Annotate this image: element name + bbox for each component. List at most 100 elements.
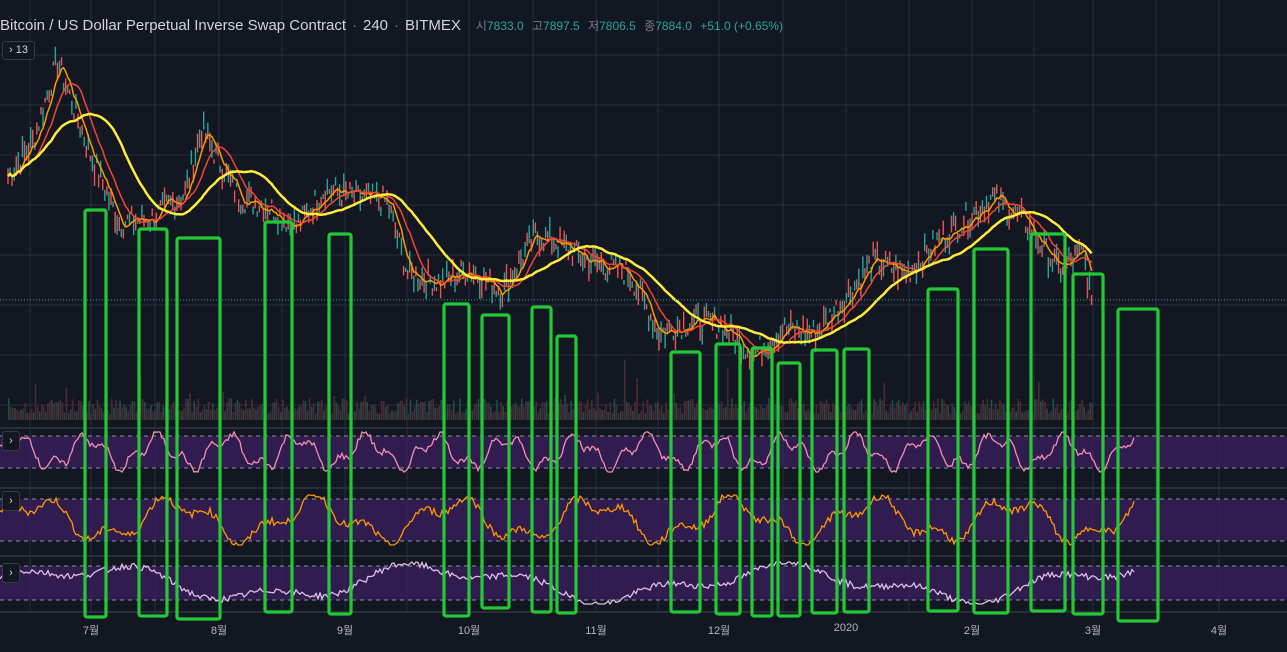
volume-bar bbox=[702, 408, 704, 420]
volume-bar bbox=[708, 407, 710, 420]
x-tick-label: 12월 bbox=[707, 625, 731, 637]
volume-bar bbox=[80, 401, 82, 420]
volume-bar bbox=[883, 383, 886, 420]
volume-bar bbox=[127, 411, 130, 420]
chevron-right-icon: › bbox=[9, 44, 13, 56]
volume-bar bbox=[463, 412, 465, 420]
volume-bar bbox=[129, 405, 132, 420]
volume-bar bbox=[605, 404, 607, 420]
volume-bar bbox=[939, 412, 941, 420]
pane-3-toggle-button[interactable]: › bbox=[2, 563, 20, 583]
volume-bar bbox=[1017, 398, 1019, 420]
volume-bar bbox=[475, 402, 478, 420]
pane-1-toggle-button[interactable]: › bbox=[2, 431, 20, 451]
volume-bar bbox=[178, 409, 181, 420]
volume-bar bbox=[788, 398, 791, 420]
volume-bar bbox=[566, 403, 568, 420]
volume-bar bbox=[1027, 410, 1030, 420]
volume-bar bbox=[628, 402, 630, 420]
volume-bar bbox=[514, 402, 517, 420]
volume-bar bbox=[543, 402, 546, 420]
volume-bar bbox=[665, 402, 667, 420]
volume-bar bbox=[271, 402, 274, 420]
volume-bar bbox=[335, 402, 338, 420]
volume-bar bbox=[595, 410, 597, 420]
volume-bar bbox=[487, 402, 490, 420]
volume-bar bbox=[32, 412, 35, 420]
volume-bar bbox=[1075, 411, 1077, 420]
volume-bar bbox=[273, 402, 276, 420]
volume-bar bbox=[650, 406, 653, 420]
volume-bar bbox=[848, 403, 851, 420]
volume-bar bbox=[794, 400, 797, 420]
volume-bar bbox=[733, 407, 735, 420]
volume-bar bbox=[452, 400, 455, 420]
volume-bar bbox=[187, 399, 189, 420]
volume-bar bbox=[242, 410, 245, 420]
volume-bar bbox=[640, 411, 643, 420]
volume-bar bbox=[967, 401, 970, 420]
volume-bar bbox=[1056, 404, 1059, 420]
volume-bar bbox=[525, 401, 527, 420]
volume-bar bbox=[547, 413, 550, 420]
volume-bar bbox=[345, 400, 348, 420]
volume-bar bbox=[823, 403, 826, 420]
volume-bar bbox=[211, 403, 214, 420]
volume-bar bbox=[601, 410, 603, 420]
volume-bar bbox=[1011, 408, 1013, 420]
volume-bar bbox=[951, 403, 954, 420]
volume-bar bbox=[634, 401, 636, 420]
x-tick-label: 9월 bbox=[336, 625, 354, 637]
volume-bar bbox=[1013, 407, 1015, 420]
volume-bar bbox=[687, 400, 690, 420]
volume-bar bbox=[121, 407, 123, 420]
volume-bar bbox=[185, 398, 187, 420]
symbol-title[interactable]: Bitcoin / US Dollar Perpetual Inverse Sw… bbox=[0, 17, 346, 34]
volume-bar bbox=[681, 413, 684, 420]
volume-bar bbox=[135, 412, 138, 420]
legend-toggle-button[interactable]: › 13 bbox=[2, 41, 35, 60]
volume-bar bbox=[432, 399, 434, 420]
volume-bar bbox=[1000, 402, 1003, 420]
volume-bar bbox=[465, 408, 467, 420]
pane-2-toggle-button[interactable]: › bbox=[2, 491, 20, 511]
volume-bar bbox=[1023, 411, 1026, 420]
volume-bar bbox=[582, 411, 585, 420]
volume-bar bbox=[745, 411, 748, 420]
volume-bar bbox=[599, 408, 601, 420]
volume-bar bbox=[422, 402, 424, 420]
volume-bar bbox=[1083, 406, 1085, 420]
volume-bar bbox=[18, 411, 20, 420]
volume-bar bbox=[712, 408, 715, 420]
volume-bar bbox=[459, 398, 461, 420]
volume-bar bbox=[679, 406, 682, 420]
volume-bar bbox=[941, 398, 943, 420]
volume-bar bbox=[603, 409, 605, 420]
volume-bar bbox=[119, 400, 121, 420]
interval-label[interactable]: 240 bbox=[363, 17, 388, 34]
volume-bar bbox=[100, 408, 103, 420]
volume-bar bbox=[780, 405, 783, 420]
volume-bar bbox=[815, 404, 818, 420]
volume-bar bbox=[675, 402, 678, 420]
volume-bar bbox=[829, 412, 832, 420]
volume-bar bbox=[378, 413, 381, 420]
volume-bar bbox=[446, 404, 449, 420]
volume-bar bbox=[162, 405, 165, 420]
volume-bar bbox=[98, 405, 101, 420]
volume-bar bbox=[319, 401, 321, 420]
volume-bar bbox=[1040, 401, 1042, 420]
ohlc-values: 시7833.0 고7897.5 저7806.5 종7884.0 +51.0 (+… bbox=[471, 17, 783, 34]
volume-bar bbox=[362, 401, 364, 420]
volume-bar bbox=[912, 408, 914, 420]
volume-bar bbox=[1025, 410, 1028, 420]
volume-bar bbox=[63, 412, 66, 420]
volume-bar bbox=[1005, 412, 1007, 420]
volume-bar bbox=[630, 406, 632, 420]
volume-bar bbox=[693, 407, 696, 420]
x-tick-label: 3월 bbox=[1084, 625, 1102, 637]
header-separator-1: · bbox=[352, 16, 357, 34]
volume-bar bbox=[150, 404, 152, 420]
volume-bar bbox=[1060, 408, 1063, 420]
volume-bar bbox=[718, 404, 721, 420]
